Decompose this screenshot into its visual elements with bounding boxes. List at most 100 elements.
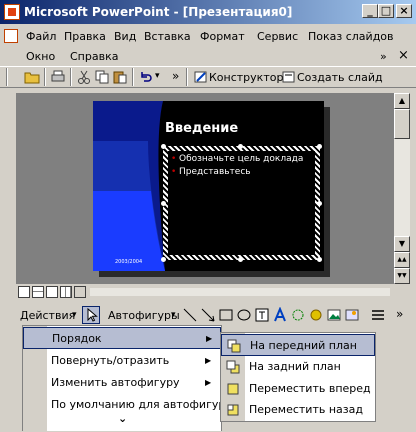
menu-item-send-to-back[interactable]: На задний план [221,356,375,378]
resize-handle[interactable] [161,201,166,206]
text-placeholder-content[interactable]: • Обозначьте цель доклада • Представьтес… [171,154,313,252]
autoshapes-dropdown-arrow[interactable]: ▾ [171,310,176,320]
toolbar-separator [44,68,46,86]
menu-item-change-autoshape-label: Изменить автофигуру [51,376,180,389]
bring-forward-icon [227,383,239,395]
autoshapes-menu-button[interactable]: Автофигуры [108,309,180,322]
new-slide-icon [282,71,295,83]
close-button[interactable]: × [396,4,412,18]
menu-insert[interactable]: Вставка [144,30,191,43]
undo-dropdown-arrow[interactable]: ▾ [155,71,160,81]
menu-item-send-backward[interactable]: Переместить назад [221,399,375,421]
menu-file[interactable]: Файл [26,30,56,43]
menu-item-send-to-back-label: На задний план [249,360,341,373]
bring-to-front-icon [227,339,241,353]
menu-item-bring-to-front[interactable]: На передний план [221,334,375,356]
menu-item-rotate-flip[interactable]: Повернуть/отразить ▶ [23,350,221,372]
cut-icon[interactable] [76,69,92,85]
insert-picture-icon[interactable] [344,307,360,323]
resize-handle[interactable] [161,257,166,262]
menu-item-order-label: Порядок [52,332,102,345]
previous-slide-button[interactable]: ▲▲ [394,252,410,268]
toolbar-grip[interactable] [186,68,188,86]
text-box-icon[interactable] [254,307,270,323]
slide-bullet-1: Обозначьте цель доклада [179,154,304,164]
menu-tools[interactable]: Сервис [257,30,298,43]
designer-button[interactable]: Конструктор [209,71,283,84]
new-slide-button[interactable]: Создать слайд [297,71,383,84]
menu-edit[interactable]: Правка [64,30,106,43]
menu-item-bring-to-front-label: На передний план [250,339,357,352]
normal-view-button[interactable] [18,286,30,298]
minimize-button[interactable]: _ [362,4,378,18]
resize-handle[interactable] [317,257,322,262]
menu-item-autoshape-defaults-label: По умолчанию для автофигур [51,398,226,411]
resize-handle[interactable] [317,201,322,206]
bullet-marker: • [171,167,177,177]
select-objects-button[interactable] [82,306,100,324]
scroll-down-button[interactable]: ▼ [394,236,410,252]
scroll-thumb[interactable] [394,109,410,139]
toolbar-overflow[interactable]: » [172,69,179,83]
actions-menu-button[interactable]: Действия [20,309,75,322]
menu-item-order[interactable]: Порядок ▶ [23,327,221,349]
menu-item-rotate-flip-label: Повернуть/отразить [51,354,170,367]
oval-icon[interactable] [236,307,252,323]
menu-help[interactable]: Справка [70,50,118,63]
slide-footer-date: 2003/2004 [115,259,143,265]
slide-view-button[interactable] [46,286,58,298]
undo-icon[interactable] [138,69,154,85]
view-bar [16,284,394,300]
resize-handle[interactable] [161,144,166,149]
resize-handle[interactable] [238,257,243,262]
rectangle-icon[interactable] [218,307,234,323]
clip-art-icon[interactable] [308,307,324,323]
bullet-marker: • [171,154,177,164]
maximize-button[interactable]: □ [378,4,394,18]
menu-item-change-autoshape[interactable]: Изменить автофигуру ▶ [23,372,221,394]
toolbar-separator [70,68,72,86]
title-bar[interactable]: Microsoft PowerPoint - [Презентация0] _ … [0,0,416,24]
scroll-up-button[interactable]: ▲ [394,93,410,109]
drawing-toolbar-overflow[interactable]: » [396,307,403,321]
slide-title[interactable]: Введение [165,121,238,136]
vertical-scrollbar[interactable]: ▲ ▼ ▲▲ ▼▼ [394,93,410,284]
resize-handle[interactable] [317,144,322,149]
expand-menu-chevron-icon[interactable]: ⌄ [118,412,127,425]
toolbar-grip[interactable] [6,68,8,86]
menu-window[interactable]: Окно [26,50,55,63]
print-icon[interactable] [50,69,66,85]
menu-view[interactable]: Вид [114,30,136,43]
document-close-button[interactable]: × [398,48,409,63]
line-icon[interactable] [182,307,198,323]
actions-menu: Порядок ▶ Повернуть/отразить ▶ Изменить … [22,325,226,432]
menu-item-bring-forward[interactable]: Переместить вперед [221,378,375,400]
order-submenu: На передний план На задний план Перемест… [220,332,376,422]
submenu-arrow-icon: ▶ [205,356,212,365]
powerpoint-app-icon[interactable] [4,4,20,20]
line-style-icon[interactable] [370,307,386,323]
paste-icon[interactable] [112,69,128,85]
menubar-overflow[interactable]: » [380,50,387,63]
slide-sorter-view-button[interactable] [60,286,72,298]
actions-dropdown-arrow[interactable]: ▾ [72,310,77,320]
menu-format[interactable]: Формат [200,30,245,43]
wordart-icon[interactable] [272,307,288,323]
copy-icon[interactable] [94,69,110,85]
document-icon[interactable] [4,29,18,43]
picture-icon[interactable] [326,307,342,323]
slide-canvas[interactable]: Введение • Обозначьте цель доклада • Пре… [93,101,324,271]
diagram-icon[interactable] [290,307,306,323]
window-title: Microsoft PowerPoint - [Презентация0] [24,5,293,19]
arrow-icon[interactable] [200,307,216,323]
slide-show-button[interactable] [74,286,86,298]
resize-handle[interactable] [238,144,243,149]
open-folder-icon[interactable] [24,69,40,85]
menu-bar: Файл Правка Вид Вставка Формат Сервис По… [0,26,416,66]
pointer-icon [87,307,98,322]
next-slide-button[interactable]: ▼▼ [394,268,410,284]
menu-slideshow[interactable]: Показ слайдов [308,30,394,43]
outline-view-button[interactable] [32,286,44,298]
horizontal-scrollbar[interactable] [90,288,390,296]
slide-bullet-2: Представьтесь [179,167,251,177]
